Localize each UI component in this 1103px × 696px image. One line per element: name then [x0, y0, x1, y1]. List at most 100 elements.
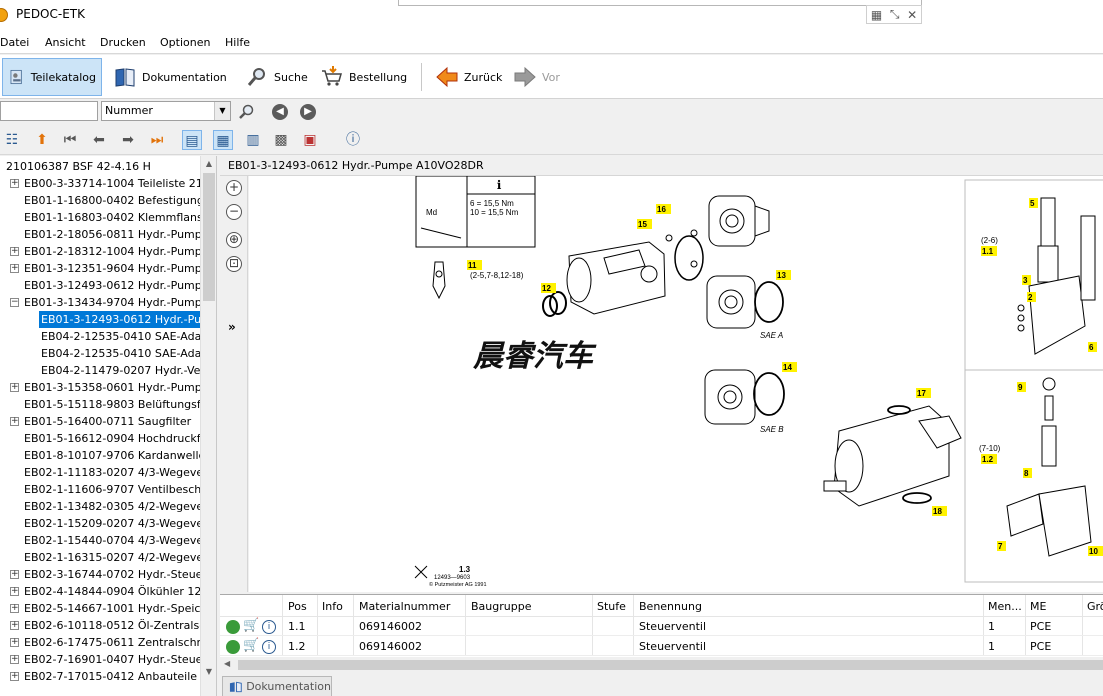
- callout-2[interactable]: 2: [1028, 293, 1033, 302]
- cart-icon[interactable]: 🛒: [243, 638, 259, 653]
- suche-button[interactable]: Suche: [240, 58, 313, 96]
- zoom-in-icon[interactable]: +: [226, 180, 242, 196]
- expand-icon[interactable]: +: [10, 179, 19, 188]
- table-row[interactable]: 🛒 i 1.1 069146002 Steuerventil 1 PCE: [220, 616, 1103, 636]
- col-info[interactable]: Info: [322, 600, 343, 613]
- expand-icon[interactable]: +: [10, 570, 19, 579]
- expand-icon[interactable]: +: [10, 417, 19, 426]
- grid-icon[interactable]: ▦: [871, 8, 882, 22]
- info-icon[interactable]: i: [262, 620, 276, 634]
- tree-item[interactable]: EB01-8-10107-9706 Kardanwelle: [0, 447, 200, 464]
- scroll-left-icon[interactable]: ◀: [224, 659, 230, 668]
- callout-11[interactable]: 11: [468, 261, 477, 270]
- callout-16[interactable]: 16: [657, 205, 666, 214]
- zoom-out-icon[interactable]: −: [226, 204, 242, 220]
- tree-item[interactable]: EB02-1-13482-0305 4/2-Wegevent: [0, 498, 200, 515]
- expand-icon[interactable]: +: [10, 655, 19, 664]
- resize-icon[interactable]: ⤡: [890, 7, 900, 22]
- collapse-icon[interactable]: −: [10, 298, 19, 307]
- expand-panel-icon[interactable]: »: [228, 320, 236, 334]
- tree-item[interactable]: EB02-1-15209-0207 4/3-Wegevent: [0, 515, 200, 532]
- tree-item[interactable]: EB02-1-11183-0207 4/3-Wegevent: [0, 464, 200, 481]
- col-benennung[interactable]: Benennung: [639, 600, 702, 613]
- callout-7[interactable]: 7: [998, 542, 1003, 551]
- callout-17[interactable]: 17: [917, 389, 926, 398]
- col-pos[interactable]: Pos: [288, 600, 307, 613]
- search-previous-icon[interactable]: ◀: [272, 104, 288, 120]
- zoom-window-icon[interactable]: ⊡: [226, 256, 242, 272]
- vor-button[interactable]: Vor: [508, 58, 565, 96]
- expand-icon[interactable]: +: [10, 383, 19, 392]
- tree-item[interactable]: EB01-1-16800-0402 Befestigungss: [0, 192, 200, 209]
- zoom-fit-icon[interactable]: ⊕: [226, 232, 242, 248]
- tree-item[interactable]: EB04-2-12535-0410 SAE-Adapt: [0, 328, 200, 345]
- zurueck-button[interactable]: Zurück: [430, 58, 507, 96]
- first-icon[interactable]: ⏮: [60, 130, 80, 150]
- scroll-down-icon[interactable]: ▼: [201, 664, 216, 680]
- menu-hilfe[interactable]: Hilfe: [225, 36, 250, 49]
- tree-item[interactable]: EB01-5-16612-0904 Hochdruckfilte: [0, 430, 200, 447]
- table-row[interactable]: 🛒 i 1.2 069146002 Steuerventil 1 PCE: [220, 636, 1103, 656]
- tree-item[interactable]: EB01-2-18056-0811 Hydr.-Pumpe R: [0, 226, 200, 243]
- tree-item[interactable]: EB02-1-11606-9707 Ventilbeschalt: [0, 481, 200, 498]
- tree-item[interactable]: EB01-5-15118-9803 Belüftungsfilt: [0, 396, 200, 413]
- info-icon[interactable]: i: [262, 640, 276, 654]
- view-image-icon[interactable]: ▣: [300, 130, 320, 150]
- menu-ansicht[interactable]: Ansicht: [45, 36, 86, 49]
- gear-icon[interactable]: [226, 640, 240, 654]
- expand-icon[interactable]: +: [10, 264, 19, 273]
- expand-icon[interactable]: +: [10, 247, 19, 256]
- gear-icon[interactable]: [226, 620, 240, 634]
- callout-18[interactable]: 18: [933, 507, 942, 516]
- view-columns-icon[interactable]: ▥: [243, 130, 263, 150]
- expand-icon[interactable]: +: [10, 621, 19, 630]
- col-me[interactable]: ME: [1030, 600, 1046, 613]
- tree-item[interactable]: + EB02-5-14667-1001 Hydr.-Speiche: [0, 600, 200, 617]
- tree-item[interactable]: + EB01-3-12351-9604 Hydr.-Pumpe R: [0, 260, 200, 277]
- scroll-up-icon[interactable]: ▲: [201, 156, 216, 172]
- callout-5[interactable]: 5: [1030, 199, 1035, 208]
- tree-item[interactable]: + EB01-5-16400-0711 Saugfilter: [0, 413, 200, 430]
- info-icon[interactable]: ⓘ: [343, 130, 363, 150]
- callout-3[interactable]: 3: [1023, 276, 1028, 285]
- col-stufe[interactable]: Stufe: [597, 600, 626, 613]
- callout-14[interactable]: 14: [783, 363, 792, 372]
- tree-item[interactable]: EB02-1-16315-0207 4/2-Wegevent: [0, 549, 200, 566]
- tree-scrollbar[interactable]: ▲ ▼: [200, 156, 216, 696]
- tab-dokumentation[interactable]: Dokumentation: [222, 676, 332, 696]
- search-mode-select[interactable]: Nummer ▼: [101, 101, 231, 121]
- col-materialnummer[interactable]: Materialnummer: [359, 600, 450, 613]
- bestellung-button[interactable]: Bestellung: [315, 58, 412, 96]
- tree-item[interactable]: + EB02-7-17015-0412 Anbauteile 24: [0, 668, 200, 685]
- expand-icon[interactable]: +: [10, 638, 19, 647]
- tree-item[interactable]: + EB01-3-15358-0601 Hydr.-Pumpe L: [0, 379, 200, 396]
- menu-optionen[interactable]: Optionen: [160, 36, 210, 49]
- tree-item[interactable]: + EB00-3-33714-1004 Teileliste 21010: [0, 175, 200, 192]
- tree-item[interactable]: EB02-1-15440-0704 4/3-Wegevent: [0, 532, 200, 549]
- menu-drucken[interactable]: Drucken: [100, 36, 146, 49]
- dokumentation-button[interactable]: Dokumentation: [108, 58, 232, 96]
- tree-structure-icon[interactable]: ☷: [2, 130, 22, 150]
- cart-icon[interactable]: 🛒: [243, 618, 259, 633]
- tree-item[interactable]: + EB01-2-18312-1004 Hydr.-Pumpe R: [0, 243, 200, 260]
- view-grid-icon[interactable]: ▩: [271, 130, 291, 150]
- tree-item[interactable]: EB04-2-11479-0207 Hydr.-Verso: [0, 362, 200, 379]
- exploded-view-drawing[interactable]: ℹ Md 6 = 15,5 Nm 10 = 15,5 Nm SAE A SAE …: [249, 176, 1103, 592]
- tree-item[interactable]: −EB01-3-13434-9704 Hydr.-Pumpe R: [0, 294, 200, 311]
- callout-6[interactable]: 6: [1089, 343, 1094, 352]
- view-list-icon[interactable]: ▤: [182, 130, 202, 150]
- callout-15[interactable]: 15: [638, 220, 647, 229]
- expand-icon[interactable]: +: [10, 672, 19, 681]
- table-horizontal-scrollbar[interactable]: ◀: [220, 657, 1103, 673]
- col-menge[interactable]: Men...: [988, 600, 1022, 613]
- group-ref-label[interactable]: 1.1: [982, 247, 994, 256]
- search-icon[interactable]: [238, 103, 256, 121]
- callout-13[interactable]: 13: [777, 271, 786, 280]
- group-ref-label[interactable]: 1.2: [982, 455, 994, 464]
- callout-10[interactable]: 10: [1089, 547, 1098, 556]
- tree-item[interactable]: EB04-2-12535-0410 SAE-Adapt: [0, 345, 200, 362]
- menu-datei[interactable]: Datei: [0, 36, 29, 49]
- teilekatalog-button[interactable]: Teilekatalog: [2, 58, 102, 96]
- last-icon[interactable]: ⏭: [147, 130, 167, 150]
- next-icon[interactable]: ➡: [118, 130, 138, 150]
